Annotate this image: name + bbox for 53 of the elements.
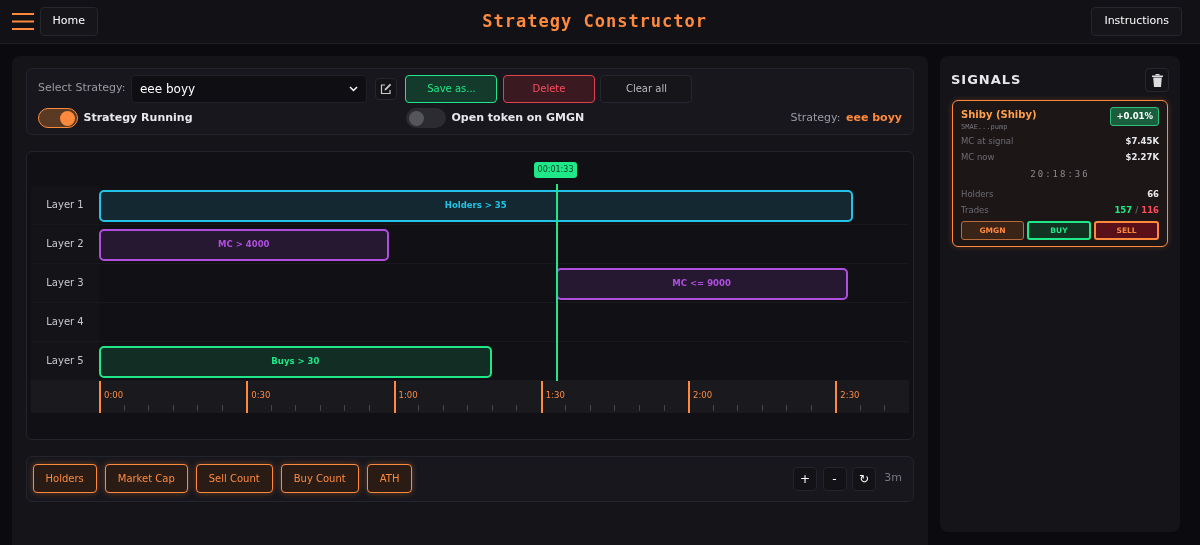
signals-title: SIGNALS bbox=[951, 71, 1022, 90]
condition-block[interactable]: MC > 4000 bbox=[99, 228, 389, 261]
zoom-out-button[interactable]: - bbox=[822, 466, 847, 491]
menu-icon[interactable] bbox=[12, 13, 34, 30]
time-tick-label: 0:00 bbox=[99, 380, 124, 413]
signal-time: 20:18:36 bbox=[1029, 167, 1091, 181]
condition-block[interactable]: Buys > 30 bbox=[99, 345, 492, 378]
time-tick-label: 2:00 bbox=[688, 380, 713, 413]
strategy-label: Strategy: bbox=[790, 109, 841, 126]
stat-label: Holders bbox=[961, 188, 994, 201]
stat-value: $2.27K bbox=[1125, 150, 1159, 164]
edit-icon bbox=[380, 82, 393, 95]
playhead-line[interactable] bbox=[555, 183, 558, 381]
edit-button[interactable] bbox=[375, 77, 398, 100]
toggle-switch[interactable] bbox=[406, 108, 446, 128]
stat-value: 66 bbox=[1147, 188, 1159, 201]
instructions-button[interactable]: Instructions bbox=[1091, 7, 1182, 36]
time-tick-label: 1:30 bbox=[540, 380, 565, 413]
trash-icon bbox=[1151, 73, 1163, 87]
metric-button[interactable]: ATH bbox=[366, 464, 413, 493]
stat-label: Trades bbox=[961, 204, 989, 217]
token-name: Shiby (Shiby) bbox=[961, 108, 1037, 122]
change-badge: +0.01% bbox=[1110, 107, 1159, 126]
home-button[interactable]: Home bbox=[39, 7, 98, 36]
toggle-switch[interactable] bbox=[38, 108, 78, 128]
stat-value: $7.45K bbox=[1125, 134, 1159, 148]
strategy-select[interactable]: eee boyy bbox=[130, 74, 367, 103]
stat-label: MC at signal bbox=[961, 134, 1014, 148]
metric-button[interactable]: Sell Count bbox=[195, 464, 273, 493]
reset-zoom-button[interactable]: ↻ bbox=[852, 466, 877, 491]
metric-button[interactable]: Buy Count bbox=[280, 464, 359, 493]
select-label: Select Strategy: bbox=[38, 80, 126, 97]
toggle-label: Strategy Running bbox=[83, 109, 193, 126]
page-title: Strategy Constructor bbox=[481, 11, 709, 32]
chevron-down-icon bbox=[348, 85, 358, 92]
save-as-button[interactable]: Save as... bbox=[405, 74, 498, 103]
delete-all-button[interactable] bbox=[1145, 68, 1169, 92]
zoom-level: 3m bbox=[884, 470, 902, 487]
time-tick-label: 2:30 bbox=[835, 380, 860, 413]
metric-button[interactable]: Holders bbox=[32, 464, 97, 493]
clear-all-button[interactable]: Clear all bbox=[600, 74, 693, 103]
time-tick-label: 0:30 bbox=[246, 380, 271, 413]
condition-block[interactable]: MC <= 9000 bbox=[555, 267, 848, 300]
metric-button[interactable]: Market Cap bbox=[104, 464, 188, 493]
trades-value: 157 / 116 bbox=[1114, 204, 1159, 217]
delete-button[interactable]: Delete bbox=[502, 74, 595, 103]
strategy-name: eee boyy bbox=[846, 109, 902, 126]
toggle-label: Open token on GMGN bbox=[451, 109, 585, 126]
condition-block[interactable]: Holders > 35 bbox=[99, 189, 853, 222]
playhead-time: 00:01:33 bbox=[533, 161, 578, 178]
zoom-in-button[interactable]: + bbox=[793, 466, 818, 491]
time-tick-label: 1:00 bbox=[393, 380, 418, 413]
stat-label: MC now bbox=[961, 150, 995, 164]
